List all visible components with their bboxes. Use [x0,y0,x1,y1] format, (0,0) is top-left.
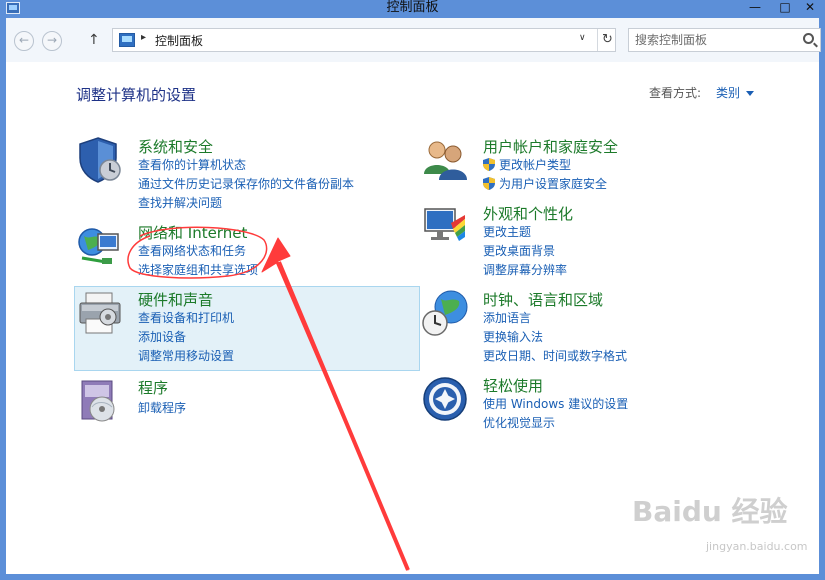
link-file-history-backup[interactable]: 通过文件历史记录保存你的文件备份副本 [138,175,354,192]
category-title[interactable]: 硬件和声音 [138,289,213,310]
link-change-account-type[interactable]: 更改帐户类型 [483,156,571,173]
programs-icon[interactable] [76,377,124,425]
link-troubleshoot[interactable]: 查找并解决问题 [138,194,222,211]
link-change-theme[interactable]: 更改主题 [483,223,531,240]
link-view-computer-status[interactable]: 查看你的计算机状态 [138,156,246,173]
uac-shield-icon [483,158,495,171]
page-title: 调整计算机的设置 [76,86,197,104]
view-by-label: 查看方式: [649,86,702,100]
control-panel-icon [119,33,135,47]
category-title[interactable]: 用户帐户和家庭安全 [483,136,618,157]
link-desktop-background[interactable]: 更改桌面背景 [483,242,555,259]
link-windows-suggested-settings[interactable]: 使用 Windows 建议的设置 [483,395,628,412]
chevron-down-icon[interactable] [746,91,755,96]
forward-button[interactable]: → [42,31,62,51]
link-view-network-status[interactable]: 查看网络状态和任务 [138,242,246,259]
hardware-sound-hover-highlight [74,286,420,371]
breadcrumb-separator-icon[interactable]: ▸ [141,32,146,43]
category-title[interactable]: 时钟、语言和区域 [483,289,603,310]
refresh-button[interactable]: ↻ [597,29,617,51]
search-box[interactable] [628,28,821,52]
link-text[interactable]: 为用户设置家庭安全 [499,177,607,191]
window-border-right [819,62,825,574]
users-icon[interactable] [421,136,469,184]
uac-shield-icon [483,177,495,190]
link-optimize-visual-display[interactable]: 优化视觉显示 [483,414,555,431]
view-by-dropdown[interactable]: 类别 [716,84,755,101]
link-add-device[interactable]: 添加设备 [138,328,186,345]
baidu-watermark: Baidu 经验 [632,495,788,528]
link-text[interactable]: 更改帐户类型 [499,158,571,172]
link-screen-resolution[interactable]: 调整屏幕分辨率 [483,261,567,278]
link-add-language[interactable]: 添加语言 [483,309,531,326]
link-change-input-method[interactable]: 更换输入法 [483,328,543,345]
category-title[interactable]: 轻松使用 [483,375,543,396]
window-border-bottom [0,574,825,580]
close-button[interactable]: ✕ [795,0,825,16]
search-icon[interactable] [803,33,814,44]
address-toolbar: ← → ↑ ▸ 控制面板 ∨ ↻ [0,18,825,62]
back-button[interactable]: ← [14,31,34,51]
appearance-icon[interactable] [421,203,469,251]
view-by-value[interactable]: 类别 [716,86,740,100]
minimize-button[interactable]: — [740,0,770,16]
category-title[interactable]: 程序 [138,377,168,398]
baidu-watermark-url: jingyan.baidu.com [706,540,808,553]
search-input[interactable] [635,31,795,49]
link-date-time-format[interactable]: 更改日期、时间或数字格式 [483,347,627,364]
link-devices-printers[interactable]: 查看设备和打印机 [138,309,234,326]
link-family-safety[interactable]: 为用户设置家庭安全 [483,175,607,192]
category-title[interactable]: 系统和安全 [138,136,213,157]
printer-icon[interactable] [76,289,124,337]
address-bar[interactable]: ▸ 控制面板 ∨ ↻ [112,28,616,52]
window-title: 控制面板 [386,0,439,15]
address-dropdown-icon[interactable]: ∨ [579,33,586,43]
shield-icon[interactable] [76,136,124,184]
link-uninstall-program[interactable]: 卸载程序 [138,399,186,416]
link-mobility-settings[interactable]: 调整常用移动设置 [138,347,234,364]
clock-globe-icon[interactable] [421,289,469,337]
link-homegroup-sharing[interactable]: 选择家庭组和共享选项 [138,261,258,278]
breadcrumb-control-panel[interactable]: 控制面板 [155,32,203,49]
category-title[interactable]: 外观和个性化 [483,203,573,224]
up-button[interactable]: ↑ [88,31,100,49]
network-icon[interactable] [76,222,124,270]
ease-of-access-icon[interactable] [421,375,469,423]
title-bar: 控制面板 — □ ✕ [0,0,825,18]
category-title[interactable]: 网络和 Internet [138,222,247,243]
